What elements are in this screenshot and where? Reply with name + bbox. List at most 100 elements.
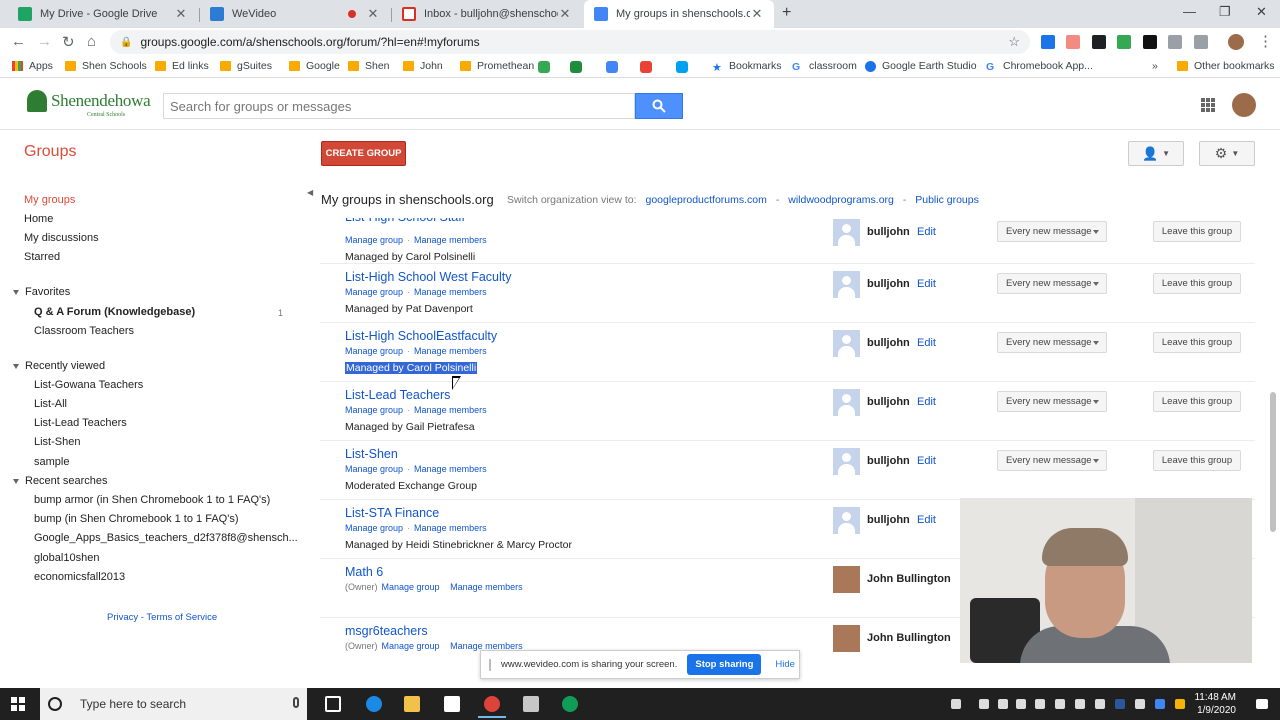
privacy-terms-link[interactable]: Privacy - Terms of Service	[107, 612, 217, 623]
notifications-icon[interactable]	[1256, 699, 1268, 709]
manage-group-link[interactable]: Manage group	[382, 641, 440, 651]
group-name-link[interactable]: Math 6	[345, 565, 383, 579]
manage-group-link[interactable]: Manage group	[382, 582, 440, 592]
google-drive-extension-icon[interactable]	[1117, 35, 1131, 49]
group-name-link[interactable]: List-High School Staff	[345, 218, 465, 224]
bookmark-star-icon[interactable]: ☆	[1008, 34, 1020, 50]
sidebar-item-recent[interactable]: sample	[34, 456, 69, 468]
hide-button[interactable]: Hide	[775, 659, 795, 670]
leave-group-button[interactable]: Leave this group	[1153, 332, 1241, 353]
reload-icon[interactable]: ↻	[62, 33, 75, 51]
sidebar-item-favorite[interactable]: Classroom Teachers	[34, 325, 134, 337]
chrome-menu-icon[interactable]: ⋮	[1258, 32, 1273, 50]
search-input[interactable]: Search for groups or messages	[163, 93, 635, 119]
microphone-icon[interactable]	[293, 697, 299, 708]
sidebar-item-search[interactable]: Google_Apps_Basics_teachers_d2f378f8@she…	[34, 532, 298, 544]
extension-icon[interactable]	[1041, 35, 1055, 49]
tray-icon[interactable]	[1095, 699, 1105, 709]
recent-searches-header[interactable]: Recent searches	[13, 475, 108, 487]
group-name-link[interactable]: msgr6teachers	[345, 624, 428, 638]
leave-group-button[interactable]: Leave this group	[1153, 221, 1241, 242]
tab-wevideo[interactable]: WeVideo ✕	[200, 0, 390, 28]
extension-icon[interactable]	[1066, 35, 1080, 49]
chrome-icon[interactable]	[478, 696, 506, 718]
bookmark-icon[interactable]	[676, 61, 688, 73]
tab-gmail[interactable]: Inbox - bulljohn@shenschools.o ✕	[392, 0, 582, 28]
manage-members-link[interactable]: Manage members	[450, 582, 523, 592]
sidebar-item-recent[interactable]: List-All	[34, 398, 67, 410]
group-name-link[interactable]: List-High SchoolEastfaculty	[345, 329, 497, 343]
taskbar-clock[interactable]: 11:48 AM 1/9/2020	[1192, 691, 1236, 717]
tray-icon[interactable]	[1175, 699, 1185, 709]
settings-button[interactable]: ⚙ ▼	[1199, 141, 1255, 166]
bookmark-promethean[interactable]: Promethean	[460, 60, 534, 72]
drag-handle-icon[interactable]	[489, 658, 491, 671]
sidebar-item-recent[interactable]: List-Gowana Teachers	[34, 379, 143, 391]
group-name-link[interactable]: List-High School West Faculty	[345, 270, 512, 284]
member-settings-button[interactable]: 👤 ▼	[1128, 141, 1184, 166]
bookmark-other-bookmarks[interactable]: Other bookmarks	[1177, 60, 1275, 72]
close-tab-icon[interactable]: ✕	[174, 6, 188, 22]
volume-icon[interactable]	[1075, 699, 1085, 709]
bluetooth-icon[interactable]	[1016, 699, 1026, 709]
email-frequency-dropdown[interactable]: Every new message	[997, 450, 1107, 471]
profile-avatar[interactable]	[1228, 34, 1244, 50]
minimize-button[interactable]: —	[1183, 4, 1196, 19]
manage-group-link[interactable]: Manage group	[345, 405, 403, 415]
edit-membership-link[interactable]: Edit	[917, 396, 936, 408]
extension-icon[interactable]	[1194, 35, 1208, 49]
windows-start-icon[interactable]	[11, 697, 25, 711]
account-avatar[interactable]	[1232, 93, 1256, 117]
wifi-icon[interactable]	[1055, 699, 1065, 709]
leave-group-button[interactable]: Leave this group	[1153, 273, 1241, 294]
sidebar-item-search[interactable]: economicsfall2013	[34, 571, 125, 583]
manage-members-link[interactable]: Manage members	[414, 235, 487, 245]
sidebar-item-search[interactable]: bump (in Shen Chromebook 1 to 1 FAQ's)	[34, 513, 238, 525]
extension-icon[interactable]	[1168, 35, 1182, 49]
email-frequency-dropdown[interactable]: Every new message	[997, 273, 1107, 294]
bookmark-icon[interactable]	[640, 61, 652, 73]
close-tab-icon[interactable]: ✕	[366, 6, 380, 22]
app-icon[interactable]	[523, 696, 539, 712]
bookmark-google-earth-studio[interactable]: Google Earth Studio	[865, 60, 977, 72]
email-frequency-dropdown[interactable]: Every new message	[997, 221, 1107, 242]
mail-icon[interactable]	[444, 696, 460, 712]
bookmark-[interactable]: »	[1152, 60, 1158, 72]
org-link[interactable]: wildwoodprograms.org	[788, 194, 894, 206]
bookmark-classroom[interactable]: Gclassroom	[792, 60, 857, 73]
tray-icon[interactable]	[1035, 699, 1045, 709]
back-arrow-icon[interactable]: ←	[11, 33, 26, 50]
manage-members-link[interactable]: Manage members	[414, 287, 487, 297]
bookmark-google[interactable]: Google	[289, 60, 340, 72]
bookmark-bookmarks[interactable]: ★ Bookmarks	[712, 60, 782, 74]
edit-membership-link[interactable]: Edit	[917, 278, 936, 290]
manage-group-link[interactable]: Manage group	[345, 346, 403, 356]
scrollbar[interactable]	[1270, 392, 1276, 532]
file-explorer-icon[interactable]	[404, 696, 420, 712]
restore-button[interactable]: ❐	[1219, 4, 1231, 20]
home-icon[interactable]: ⌂	[87, 33, 96, 50]
leave-group-button[interactable]: Leave this group	[1153, 391, 1241, 412]
bookmark-john[interactable]: John	[403, 60, 443, 72]
page-title[interactable]: Groups	[24, 143, 76, 161]
create-group-button[interactable]: CREATE GROUP	[321, 141, 406, 166]
bookmark-ed-links[interactable]: Ed links	[155, 60, 209, 72]
stop-sharing-button[interactable]: Stop sharing	[687, 654, 762, 675]
sidebar-item-my-discussions[interactable]: My discussions	[24, 232, 99, 244]
people-icon[interactable]	[951, 699, 961, 709]
bookmark-apps[interactable]: Apps	[12, 60, 53, 72]
task-view-icon[interactable]	[325, 696, 341, 712]
manage-group-link[interactable]: Manage group	[345, 287, 403, 297]
sidebar-item-search[interactable]: global10shen	[34, 552, 99, 564]
edit-membership-link[interactable]: Edit	[917, 226, 936, 238]
tray-icon[interactable]	[1155, 699, 1165, 709]
manage-members-link[interactable]: Manage members	[414, 464, 487, 474]
search-button[interactable]	[635, 93, 683, 119]
manage-group-link[interactable]: Manage group	[345, 235, 403, 245]
chrome-icon[interactable]	[562, 696, 578, 712]
sidebar-item-recent[interactable]: List-Shen	[34, 436, 80, 448]
group-name-link[interactable]: List-Shen	[345, 447, 398, 461]
email-frequency-dropdown[interactable]: Every new message	[997, 391, 1107, 412]
sidebar-item-my-groups[interactable]: My groups	[24, 194, 75, 206]
leave-group-button[interactable]: Leave this group	[1153, 450, 1241, 471]
